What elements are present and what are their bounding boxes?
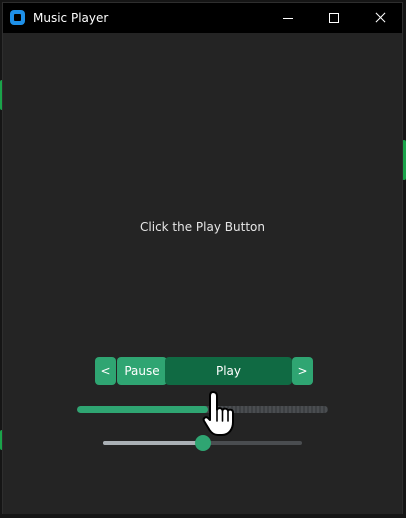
instruction-text: Click the Play Button [140, 220, 265, 234]
title-bar[interactable]: Music Player [3, 3, 402, 33]
volume-fill [103, 441, 203, 445]
playback-controls: < Pause Play > [95, 357, 313, 385]
pause-button[interactable]: Pause [117, 357, 167, 385]
previous-button[interactable]: < [95, 357, 116, 385]
play-button[interactable]: Play [165, 357, 292, 385]
music-player-window: Music Player Click the Play Button < Pau… [2, 2, 403, 514]
next-button[interactable]: > [292, 357, 313, 385]
window-title: Music Player [33, 11, 109, 25]
hand-pointer-icon [202, 391, 234, 436]
progress-fill [77, 406, 208, 413]
app-icon [10, 10, 25, 25]
volume-slider[interactable] [103, 435, 302, 451]
desktop: Music Player Click the Play Button < Pau… [0, 0, 406, 518]
close-icon[interactable] [357, 3, 403, 33]
maximize-icon[interactable] [311, 3, 357, 33]
minimize-icon[interactable] [265, 3, 311, 33]
player-content: Click the Play Button < Pause Play > [3, 33, 402, 514]
